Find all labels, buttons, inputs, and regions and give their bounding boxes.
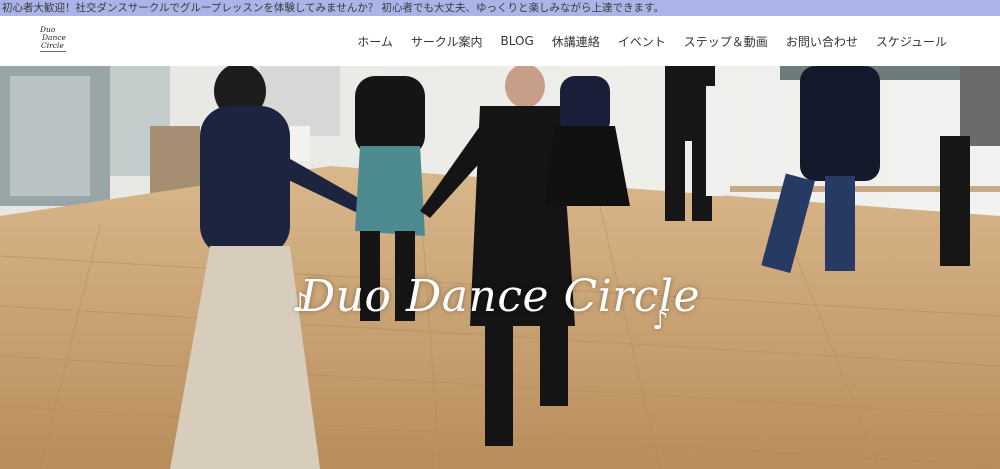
hero-photo <box>0 66 1000 469</box>
nav-item-schedule[interactable]: スケジュール <box>867 33 956 50</box>
nav-item-contact[interactable]: お問い合わせ <box>777 33 867 50</box>
main-nav: ホーム サークル案内 BLOG 休講連絡 イベント ステップ＆動画 お問い合わせ… <box>348 16 956 66</box>
logo-underline <box>40 51 66 52</box>
site-header: Duo Dance Circle ホーム サークル案内 BLOG 休講連絡 イベ… <box>0 16 1000 66</box>
nav-item-steps-videos[interactable]: ステップ＆動画 <box>675 33 777 50</box>
nav-item-events[interactable]: イベント <box>609 33 675 50</box>
announcement-text: 初心者大歓迎！社交ダンスサークルでグループレッスンを体験してみませんか？ 初心者… <box>2 2 664 14</box>
site-logo[interactable]: Duo Dance Circle <box>40 26 72 56</box>
nav-item-home[interactable]: ホーム <box>348 33 402 50</box>
logo-line-3: Circle <box>41 41 64 50</box>
announcement-bar: 初心者大歓迎！社交ダンスサークルでグループレッスンを体験してみませんか？ 初心者… <box>0 0 1000 16</box>
nav-item-circle-info[interactable]: サークル案内 <box>402 33 492 50</box>
hero-banner: Duo Dance Circle ♪ ♪ <box>0 66 1000 469</box>
nav-item-blog[interactable]: BLOG <box>492 34 543 48</box>
music-note-icon: ♪ <box>652 306 669 336</box>
hero-title: Duo Dance Circle <box>299 271 701 322</box>
music-note-icon: ♪ <box>292 288 309 318</box>
nav-item-cancellation[interactable]: 休講連絡 <box>543 33 609 50</box>
